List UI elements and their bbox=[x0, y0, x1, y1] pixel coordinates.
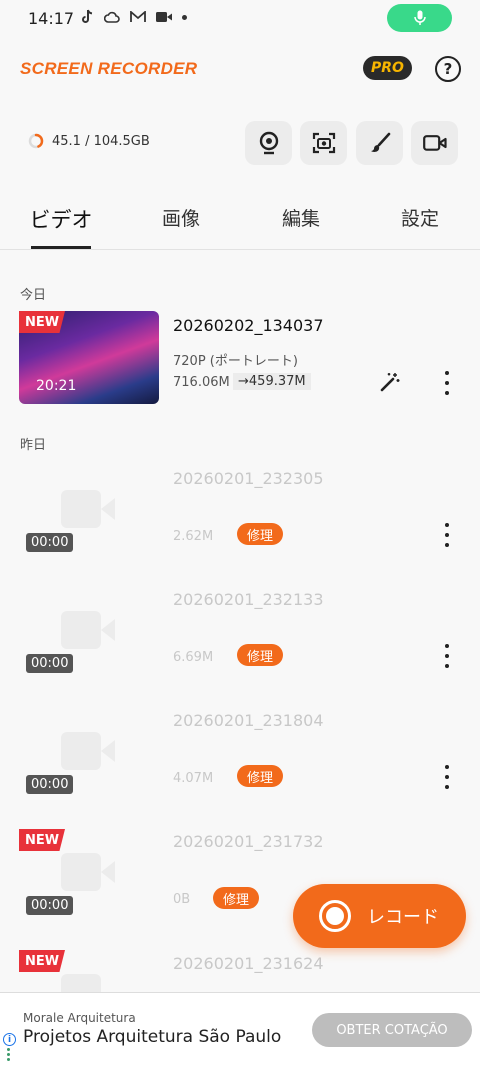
video-duration: 00:00 bbox=[26, 896, 74, 915]
webcam-button[interactable] bbox=[245, 121, 292, 165]
status-icons bbox=[80, 9, 187, 25]
video-size: 2.62M bbox=[173, 529, 214, 544]
gmail-icon bbox=[130, 11, 146, 22]
magic-wand-icon[interactable] bbox=[379, 371, 401, 393]
video-size: 4.07M bbox=[173, 771, 214, 786]
video-item[interactable]: NEW 20260201_231624 bbox=[0, 950, 480, 992]
tab-settings[interactable]: 設定 bbox=[401, 204, 439, 231]
storage-indicator: 45.1 / 104.5GB bbox=[28, 133, 150, 149]
tab-videos[interactable]: ビデオ bbox=[30, 204, 93, 234]
video-thumbnail[interactable]: 00:00 bbox=[19, 466, 159, 559]
ad-cta-button[interactable]: OBTER COTAÇÃO bbox=[312, 1013, 472, 1047]
video-thumbnail[interactable]: 00:00 bbox=[19, 587, 159, 680]
video-thumbnail[interactable]: 00:00 bbox=[19, 708, 159, 801]
video-icon bbox=[156, 12, 172, 22]
status-bar: 14:17 bbox=[0, 0, 480, 38]
section-today: 今日 bbox=[20, 288, 47, 303]
new-badge: NEW bbox=[19, 829, 65, 851]
compressed-size-value: 459.37M bbox=[248, 374, 306, 389]
video-item[interactable]: 00:00 20260201_232305 2.62M 修理 bbox=[0, 466, 480, 576]
video-duration: 00:00 bbox=[26, 533, 74, 552]
active-tab-indicator bbox=[31, 246, 91, 249]
webcam-icon bbox=[259, 131, 278, 155]
storage-text: 45.1 / 104.5GB bbox=[52, 133, 150, 149]
more-options-button[interactable] bbox=[440, 523, 454, 547]
video-duration: 00:00 bbox=[26, 654, 74, 673]
video-name: 20260201_231804 bbox=[173, 711, 324, 730]
video-placeholder-icon bbox=[61, 853, 101, 891]
storage-progress-icon bbox=[28, 133, 44, 149]
more-options-button[interactable] bbox=[440, 371, 454, 395]
ad-headline[interactable]: Projetos Arquitetura São Paulo bbox=[23, 1027, 281, 1047]
video-placeholder-icon bbox=[61, 974, 101, 992]
compressed-size: →459.37M bbox=[233, 373, 311, 390]
ad-banner[interactable]: i Morale Arquitetura Projetos Arquitetur… bbox=[0, 992, 480, 1066]
video-item[interactable]: 00:00 20260201_232133 6.69M 修理 bbox=[0, 587, 480, 697]
video-resolution: 720P (ポートレート) bbox=[173, 354, 298, 369]
app-title: SCREEN RECORDER bbox=[20, 59, 198, 78]
screenshot-button[interactable] bbox=[300, 121, 347, 165]
ad-advertiser: Morale Arquitetura bbox=[23, 1011, 136, 1025]
record-icon bbox=[319, 900, 351, 932]
ad-menu-icon[interactable] bbox=[7, 1048, 10, 1061]
help-button[interactable]: ? bbox=[435, 56, 461, 82]
repair-button[interactable]: 修理 bbox=[237, 765, 284, 787]
brush-icon bbox=[370, 132, 390, 152]
tiktok-icon bbox=[82, 9, 93, 23]
tab-edit[interactable]: 編集 bbox=[282, 204, 320, 231]
repair-button[interactable]: 修理 bbox=[213, 887, 260, 909]
video-item[interactable]: NEW 20:21 20260202_134037 720P (ポートレート) … bbox=[0, 311, 480, 421]
new-badge: NEW bbox=[19, 311, 65, 333]
video-name: 20260201_232305 bbox=[173, 469, 324, 488]
video-placeholder-icon bbox=[61, 732, 101, 770]
camera-icon bbox=[422, 135, 447, 151]
ad-info-icon[interactable]: i bbox=[3, 1033, 16, 1046]
brush-button[interactable] bbox=[356, 121, 403, 165]
video-placeholder-icon bbox=[61, 490, 101, 528]
video-size: 0B bbox=[173, 892, 191, 907]
video-name: 20260202_134037 bbox=[173, 316, 324, 335]
record-button[interactable]: レコード bbox=[293, 884, 466, 948]
microphone-icon bbox=[413, 10, 426, 25]
notification-dot bbox=[182, 14, 187, 20]
mic-indicator[interactable] bbox=[387, 4, 452, 32]
video-name: 20260201_231624 bbox=[173, 954, 324, 973]
video-item[interactable]: 00:00 20260201_231804 4.07M 修理 bbox=[0, 708, 480, 818]
video-duration: 00:00 bbox=[26, 775, 74, 794]
record-label: レコード bbox=[367, 907, 439, 928]
repair-button[interactable]: 修理 bbox=[237, 523, 284, 545]
repair-button[interactable]: 修理 bbox=[237, 644, 284, 666]
camera-button[interactable] bbox=[411, 121, 458, 165]
video-placeholder-icon bbox=[61, 611, 101, 649]
section-yesterday: 昨日 bbox=[20, 438, 47, 453]
new-badge: NEW bbox=[19, 950, 65, 972]
video-size: 6.69M bbox=[173, 650, 214, 665]
video-name: 20260201_231732 bbox=[173, 832, 324, 851]
pro-badge[interactable]: PRO bbox=[363, 56, 412, 80]
screenshot-icon bbox=[312, 132, 335, 154]
more-options-button[interactable] bbox=[440, 644, 454, 668]
status-time: 14:17 bbox=[28, 9, 75, 28]
video-size: 716.06M bbox=[173, 375, 230, 390]
video-name: 20260201_232133 bbox=[173, 590, 324, 609]
more-options-button[interactable] bbox=[440, 765, 454, 789]
tab-bar: ビデオ 画像 編集 設定 bbox=[0, 190, 480, 250]
tab-images[interactable]: 画像 bbox=[162, 204, 200, 231]
cloud-icon bbox=[104, 11, 120, 23]
arrow-right-icon: → bbox=[238, 374, 249, 389]
video-duration: 20:21 bbox=[36, 378, 77, 394]
